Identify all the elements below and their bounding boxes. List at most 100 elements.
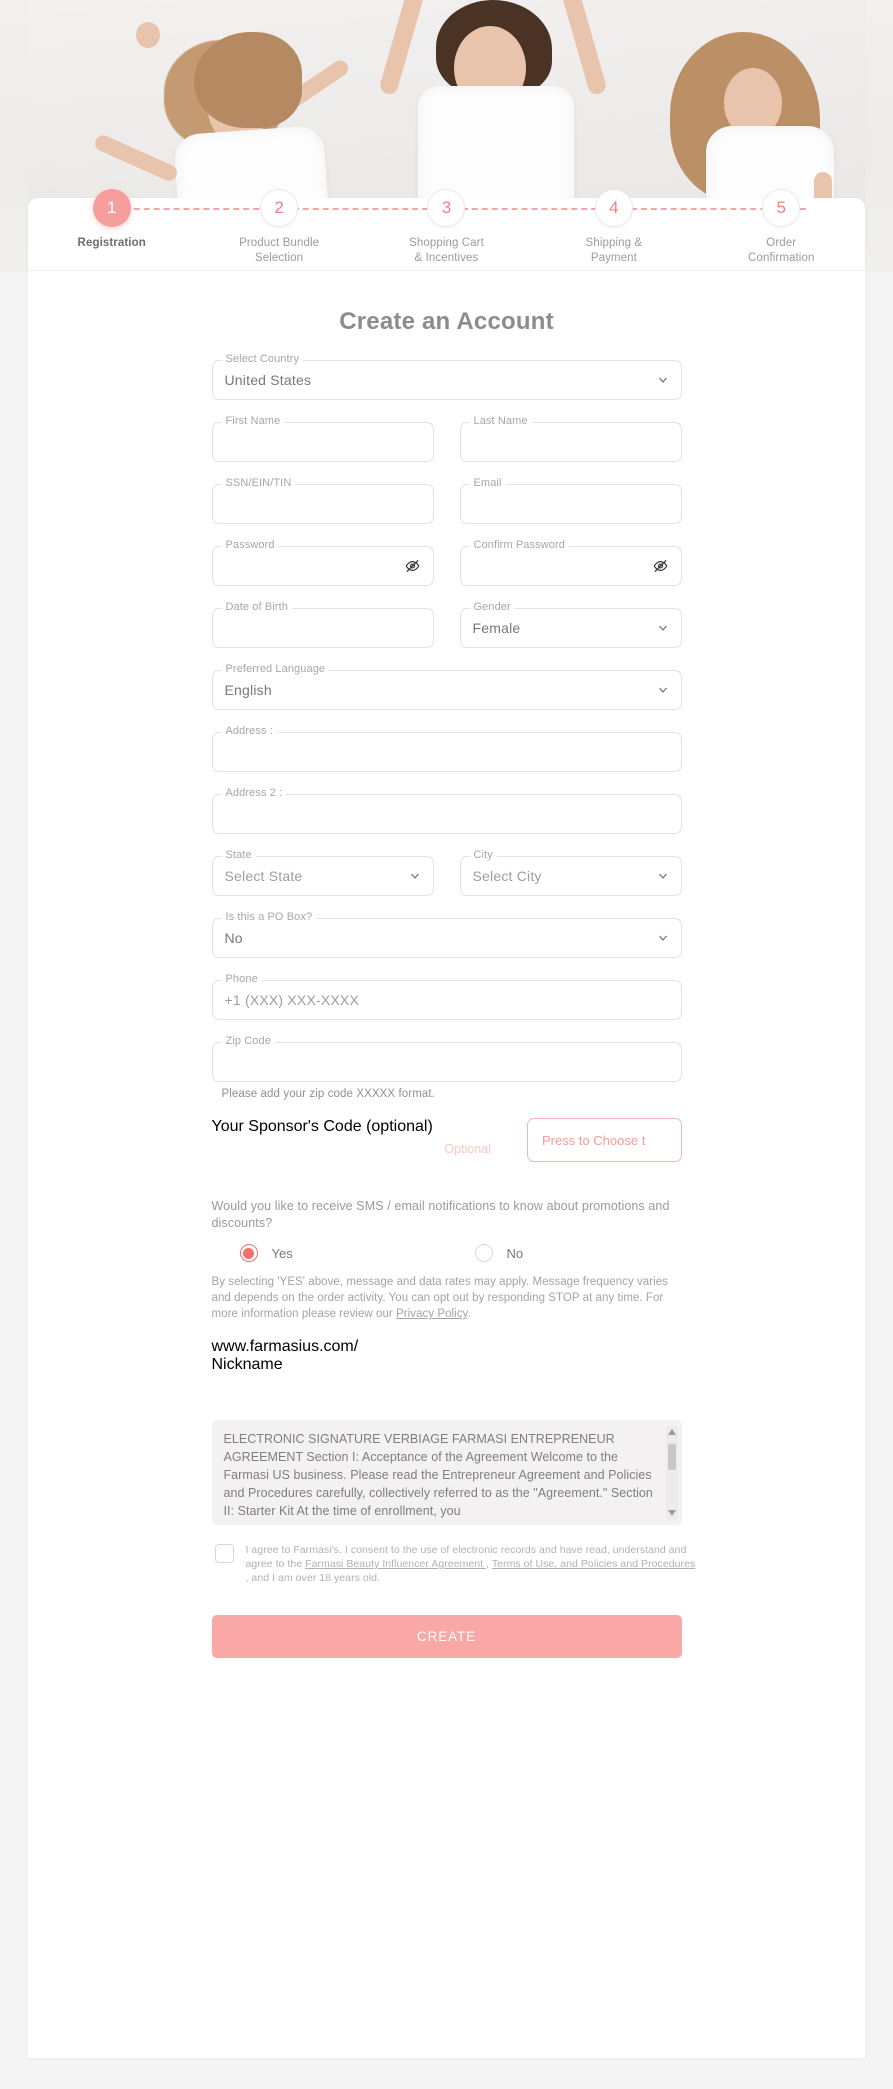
agreement-checkbox[interactable]: [214, 1544, 234, 1563]
confirm-password-label: Confirm Password: [469, 539, 569, 552]
po-box-value: No: [224, 930, 243, 946]
city-select-field[interactable]: City Select City: [459, 849, 682, 896]
phone-value: +1 (XXX) XXX-XXXX: [224, 992, 360, 1008]
date-of-birth-label: Date of Birth: [221, 601, 292, 614]
step-4-shipping-payment[interactable]: 4 Shipping & Payment: [530, 189, 697, 266]
last-name-label: Last Name: [469, 415, 532, 428]
nickname-label: www.farmasius.com/: [211, 1338, 359, 1355]
address-field[interactable]: Address :: [211, 725, 682, 772]
address-label: Address :: [221, 725, 277, 738]
step-1-registration[interactable]: 1 Registration: [28, 189, 195, 266]
step-3-bubble: 3: [427, 189, 466, 227]
address2-label: Address 2 :: [221, 787, 287, 800]
step-2-product-bundle-selection[interactable]: 2 Product Bundle Selection: [195, 189, 362, 266]
phone-field[interactable]: Phone +1 (XXX) XXX-XXXX: [211, 973, 682, 1020]
sms-opt-in-no-label: No: [506, 1245, 524, 1261]
terms-agreement-text: ELECTRONIC SIGNATURE VERBIAGE FARMASI EN…: [223, 1432, 653, 1518]
agreement-row: I agree to Farmasi's. I consent to the u…: [197, 1543, 697, 1585]
agreement-part2: , and I am over 18 years old.: [245, 1572, 381, 1584]
scroll-up-arrow-icon[interactable]: [667, 1429, 676, 1435]
ssn-field[interactable]: SSN/EIN/TIN: [211, 477, 434, 524]
step-4-label: Shipping & Payment: [585, 237, 643, 264]
chevron-down-icon: [658, 625, 667, 631]
eye-off-icon[interactable]: [405, 559, 420, 574]
registration-card: 1 Registration 2 Product Bundle Selection…: [28, 189, 865, 2058]
country-select-field[interactable]: Select Country United States: [211, 353, 682, 400]
gender-value: Female: [472, 620, 521, 636]
radio-yes-icon[interactable]: [239, 1244, 258, 1262]
sms-opt-in-question: Would you like to receive SMS / email no…: [211, 1199, 670, 1230]
sms-opt-in-yes[interactable]: Yes: [212, 1244, 447, 1262]
country-value: United States: [224, 372, 312, 388]
phone-label: Phone: [221, 973, 262, 986]
sms-legal-text: By selecting 'YES' above, message and da…: [212, 1274, 682, 1322]
nickname-value: Nickname: [211, 1356, 283, 1373]
gender-select-field[interactable]: Gender Female: [459, 601, 682, 648]
last-name-field[interactable]: Last Name: [459, 415, 682, 462]
sponsor-optional-tag: Optional: [444, 1142, 491, 1156]
preferred-language-label: Preferred Language: [221, 663, 330, 676]
ssn-label: SSN/EIN/TIN: [221, 477, 296, 490]
nickname-field[interactable]: www.farmasius.com/ Nickname: [212, 1338, 542, 1398]
terms-of-use-policies-link[interactable]: Terms of Use, and Policies and Procedure…: [492, 1558, 695, 1570]
step-5-label: Order Confirmation: [748, 237, 815, 264]
sms-opt-in-yes-label: Yes: [271, 1245, 293, 1261]
chevron-down-icon: [658, 687, 667, 693]
terms-scrollbar[interactable]: [665, 1426, 678, 1519]
terms-agreement-scrollbox[interactable]: ELECTRONIC SIGNATURE VERBIAGE FARMASI EN…: [211, 1420, 682, 1525]
first-name-label: First Name: [221, 415, 285, 428]
email-label: Email: [469, 477, 506, 490]
agreement-text: I agree to Farmasi's. I consent to the u…: [246, 1543, 697, 1585]
first-name-field[interactable]: First Name: [211, 415, 434, 462]
step-2-bubble: 2: [260, 189, 299, 227]
sms-opt-in-no[interactable]: No: [447, 1244, 682, 1262]
create-account-button[interactable]: CREATE: [211, 1615, 682, 1658]
step-2-label: Product Bundle Selection: [239, 237, 320, 264]
state-select-field[interactable]: State Select State: [211, 849, 434, 896]
chevron-down-icon: [658, 935, 667, 941]
state-label: State: [221, 849, 256, 862]
email-field[interactable]: Email: [459, 477, 682, 524]
radio-no-icon[interactable]: [474, 1244, 493, 1262]
step-5-bubble: 5: [762, 189, 801, 227]
sponsor-code-field[interactable]: Your Sponsor's Code (optional) Optional: [212, 1118, 505, 1180]
password-label: Password: [221, 539, 279, 552]
country-label: Select Country: [221, 353, 304, 366]
date-of-birth-field[interactable]: Date of Birth: [211, 601, 434, 648]
po-box-select-field[interactable]: Is this a PO Box? No: [211, 911, 682, 958]
city-value: Select City: [472, 868, 542, 884]
sponsor-code-label: Your Sponsor's Code (optional): [211, 1118, 433, 1135]
step-4-bubble: 4: [594, 189, 633, 227]
address2-field[interactable]: Address 2 :: [211, 787, 682, 834]
preferred-language-field[interactable]: Preferred Language English: [211, 663, 682, 710]
chevron-down-icon: [658, 873, 667, 879]
zip-code-field[interactable]: Zip Code: [211, 1035, 682, 1082]
step-3-label: Shopping Cart & Incentives: [409, 237, 484, 264]
page-title: Create an Account: [339, 308, 554, 335]
beauty-influencer-agreement-link[interactable]: Farmasi Beauty Influencer Agreement: [305, 1558, 486, 1570]
step-3-shopping-cart-incentives[interactable]: 3 Shopping Cart & Incentives: [363, 189, 530, 266]
progress-stepper: 1 Registration 2 Product Bundle Selection…: [28, 189, 865, 270]
zip-code-helper-text: Please add your zip code XXXXX format.: [221, 1088, 435, 1100]
step-1-bubble: 1: [92, 189, 131, 227]
chevron-down-icon: [658, 377, 667, 383]
confirm-password-field[interactable]: Confirm Password: [459, 539, 682, 586]
sms-opt-in-radio-group: Yes No: [212, 1244, 682, 1262]
zip-code-label: Zip Code: [221, 1035, 275, 1048]
sms-legal-part2: .: [467, 1308, 471, 1320]
state-value: Select State: [224, 868, 303, 884]
terms-scrollbar-thumb[interactable]: [667, 1444, 676, 1470]
privacy-policy-link[interactable]: Privacy Policy: [396, 1308, 467, 1320]
step-1-label: Registration: [77, 237, 146, 249]
eye-off-icon[interactable]: [653, 559, 668, 574]
po-box-label: Is this a PO Box?: [221, 911, 317, 924]
scroll-down-arrow-icon[interactable]: [667, 1510, 676, 1516]
chevron-down-icon: [410, 873, 419, 879]
step-5-order-confirmation[interactable]: 5 Order Confirmation: [698, 189, 865, 266]
choose-sponsor-button[interactable]: Press to Choose t: [526, 1118, 682, 1162]
gender-label: Gender: [469, 601, 515, 614]
registration-form: Create an Account Select Country United …: [28, 270, 865, 1698]
city-label: City: [469, 849, 497, 862]
password-field[interactable]: Password: [211, 539, 434, 586]
preferred-language-value: English: [224, 682, 272, 698]
